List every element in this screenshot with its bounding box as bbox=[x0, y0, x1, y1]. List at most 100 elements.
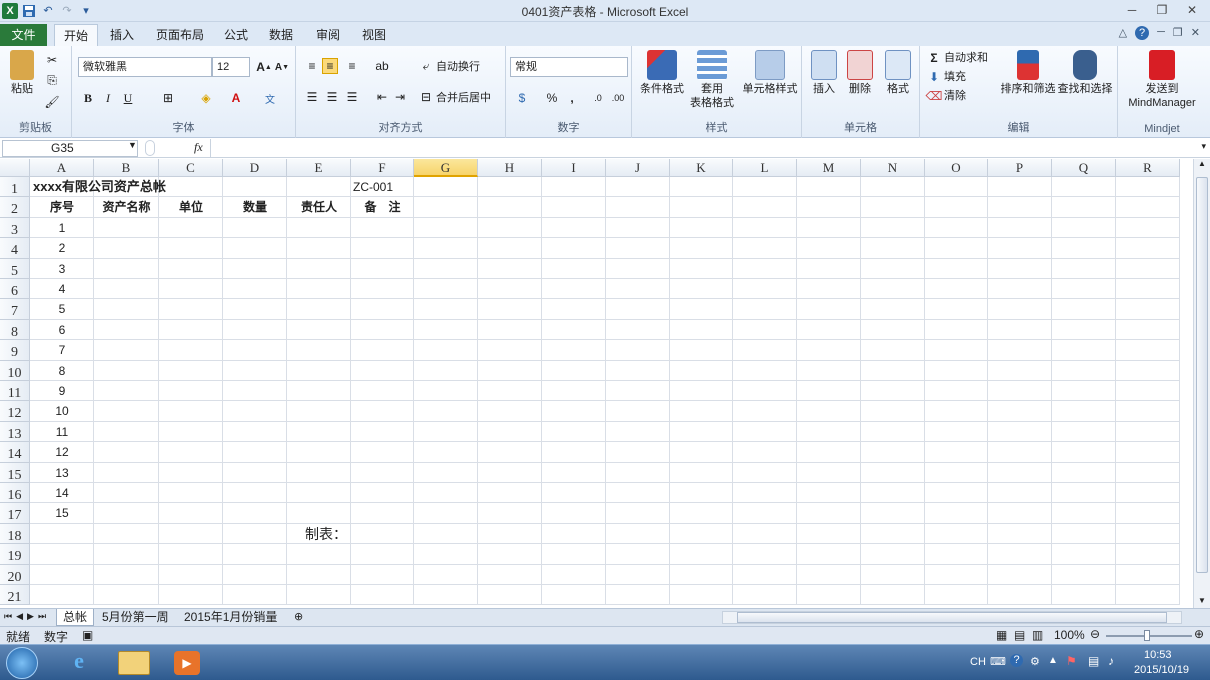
cell-b12[interactable] bbox=[94, 401, 159, 422]
cell-i3[interactable] bbox=[542, 217, 606, 239]
increase-indent-icon[interactable]: ⇥ bbox=[392, 89, 408, 105]
cell-e15[interactable] bbox=[287, 462, 351, 483]
cell-p9[interactable] bbox=[988, 340, 1052, 361]
row-header-8[interactable]: 8 bbox=[0, 319, 30, 341]
cell-g3[interactable] bbox=[414, 217, 478, 239]
cell-n8[interactable] bbox=[861, 319, 925, 341]
cell-d14[interactable] bbox=[223, 442, 287, 463]
cell-d8[interactable] bbox=[223, 319, 287, 341]
row-header-12[interactable]: 12 bbox=[0, 401, 30, 422]
cell-e12[interactable] bbox=[287, 401, 351, 422]
decrease-indent-icon[interactable]: ⇤ bbox=[374, 89, 390, 105]
keyboard-icon[interactable]: ⌨ bbox=[990, 655, 1006, 668]
help-icon[interactable]: ? bbox=[1135, 26, 1150, 40]
formula-bar-collapse-icon[interactable]: ▾ bbox=[1201, 141, 1206, 152]
column-header-h[interactable]: H bbox=[478, 159, 542, 177]
cell-j15[interactable] bbox=[606, 462, 670, 483]
cell-c5[interactable] bbox=[159, 258, 223, 279]
cell-o3[interactable] bbox=[925, 217, 988, 239]
cell-m1[interactable] bbox=[797, 177, 861, 198]
cell-j18[interactable] bbox=[606, 523, 670, 545]
undo-icon[interactable]: ↶ bbox=[40, 3, 56, 19]
network-icon[interactable]: ▤ bbox=[1088, 654, 1099, 668]
cell-g6[interactable] bbox=[414, 279, 478, 300]
cell-m2[interactable] bbox=[797, 197, 861, 218]
cell-j8[interactable] bbox=[606, 319, 670, 341]
cell-d5[interactable] bbox=[223, 258, 287, 279]
cell-r12[interactable] bbox=[1116, 401, 1180, 422]
autosum-button[interactable]: 自动求和 bbox=[944, 51, 988, 65]
cell-k4[interactable] bbox=[670, 238, 733, 259]
cell-r20[interactable] bbox=[1116, 564, 1180, 585]
cell-c19[interactable] bbox=[159, 544, 223, 565]
cell-e4[interactable] bbox=[287, 238, 351, 259]
cell-e5[interactable] bbox=[287, 258, 351, 279]
volume-icon[interactable]: ♪ bbox=[1108, 654, 1114, 668]
column-header-l[interactable]: L bbox=[733, 159, 797, 177]
cell-o7[interactable] bbox=[925, 299, 988, 320]
cell-q4[interactable] bbox=[1052, 238, 1116, 259]
tab-review[interactable]: 审阅 bbox=[307, 24, 349, 46]
cell-c18[interactable] bbox=[159, 523, 223, 545]
cell-f18[interactable] bbox=[351, 523, 414, 545]
cell-k15[interactable] bbox=[670, 462, 733, 483]
cell-f9[interactable] bbox=[351, 340, 414, 361]
row-header-3[interactable]: 3 bbox=[0, 217, 30, 239]
cell-i18[interactable] bbox=[542, 523, 606, 545]
cell-l13[interactable] bbox=[733, 421, 797, 443]
cell-l20[interactable] bbox=[733, 564, 797, 585]
cell-g11[interactable] bbox=[414, 381, 478, 402]
cell-q2[interactable] bbox=[1052, 197, 1116, 218]
cell-h13[interactable] bbox=[478, 421, 542, 443]
cell-h15[interactable] bbox=[478, 462, 542, 483]
cell-n12[interactable] bbox=[861, 401, 925, 422]
cell-m5[interactable] bbox=[797, 258, 861, 279]
cell-p11[interactable] bbox=[988, 381, 1052, 402]
cell-k8[interactable] bbox=[670, 319, 733, 341]
cell-h5[interactable] bbox=[478, 258, 542, 279]
bold-icon[interactable]: B bbox=[80, 90, 96, 106]
cell-i6[interactable] bbox=[542, 279, 606, 300]
cell-e6[interactable] bbox=[287, 279, 351, 300]
cell-k16[interactable] bbox=[670, 483, 733, 504]
currency-icon[interactable]: $ bbox=[514, 90, 530, 106]
cell-b5[interactable] bbox=[94, 258, 159, 279]
cell-i20[interactable] bbox=[542, 564, 606, 585]
row-header-20[interactable]: 20 bbox=[0, 564, 30, 585]
cell-r15[interactable] bbox=[1116, 462, 1180, 483]
worksheet-grid[interactable]: A B C D E F G H I J K L M N O P Q R 1 2 3 4 5 6 7 8 9 10 11 12 13 14 15 1… bbox=[0, 159, 1193, 608]
cell-d7[interactable] bbox=[223, 299, 287, 320]
clock-date[interactable]: 2015/10/19 bbox=[1134, 664, 1189, 676]
formula-input[interactable] bbox=[210, 139, 1196, 157]
cell-g15[interactable] bbox=[414, 462, 478, 483]
cell-d17[interactable] bbox=[223, 503, 287, 524]
cell-l11[interactable] bbox=[733, 381, 797, 402]
column-header-m[interactable]: M bbox=[797, 159, 861, 177]
row-header-5[interactable]: 5 bbox=[0, 258, 30, 279]
page-layout-view-icon[interactable]: ▤ bbox=[1014, 628, 1025, 642]
increase-decimal-icon[interactable]: .0 bbox=[590, 90, 606, 106]
cell-e16[interactable] bbox=[287, 483, 351, 504]
cell-p6[interactable] bbox=[988, 279, 1052, 300]
cell-o5[interactable] bbox=[925, 258, 988, 279]
grow-font-icon[interactable]: A ▲ bbox=[256, 59, 272, 75]
cell-n16[interactable] bbox=[861, 483, 925, 504]
cell-n17[interactable] bbox=[861, 503, 925, 524]
cell-m4[interactable] bbox=[797, 238, 861, 259]
cell-l10[interactable] bbox=[733, 360, 797, 381]
internet-explorer-icon[interactable]: e bbox=[60, 648, 98, 678]
cell-q10[interactable] bbox=[1052, 360, 1116, 381]
horizontal-scrollbar[interactable] bbox=[722, 611, 1182, 624]
start-button-icon[interactable] bbox=[6, 647, 38, 679]
cell-c20[interactable] bbox=[159, 564, 223, 585]
name-box[interactable]: G35 bbox=[2, 140, 138, 157]
cell-a19[interactable] bbox=[30, 544, 94, 565]
cell-p20[interactable] bbox=[988, 564, 1052, 585]
cell-i19[interactable] bbox=[542, 544, 606, 565]
cell-c10[interactable] bbox=[159, 360, 223, 381]
fill-color-icon[interactable]: ◈ bbox=[198, 90, 214, 106]
cell-k1[interactable] bbox=[670, 177, 733, 198]
format-cells-button[interactable]: 格式 bbox=[882, 50, 914, 96]
cell-p1[interactable] bbox=[988, 177, 1052, 198]
cell-d12[interactable] bbox=[223, 401, 287, 422]
